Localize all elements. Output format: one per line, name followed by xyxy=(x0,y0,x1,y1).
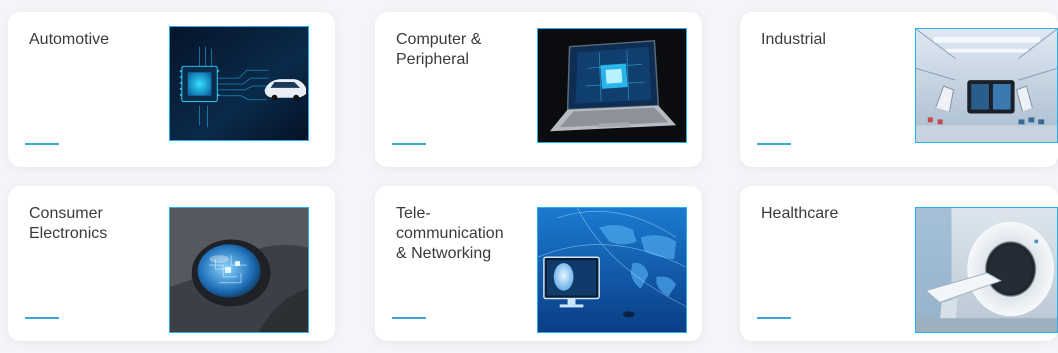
industry-card-telecommunication-networking[interactable]: Tele- communication & Networking xyxy=(375,186,702,341)
card-underline xyxy=(757,143,791,145)
card-underline xyxy=(392,317,426,319)
card-title: Industrial xyxy=(761,31,826,48)
card-underline xyxy=(25,143,59,145)
card-title: Consumer Electronics xyxy=(29,205,108,242)
industry-card-consumer-electronics[interactable]: Consumer Electronics xyxy=(8,186,335,341)
card-title: Automotive xyxy=(29,31,110,48)
laptop-chip-image xyxy=(537,28,687,143)
factory-robot-image xyxy=(915,28,1058,143)
industry-card-automotive[interactable]: Automotive xyxy=(8,12,335,167)
card-underline xyxy=(757,317,791,319)
card-title: Healthcare xyxy=(761,205,839,222)
industry-grid: Automotive Computer & Peripheral Industr… xyxy=(0,0,1058,353)
earbud-circuit-image xyxy=(169,207,309,333)
card-underline xyxy=(392,143,426,145)
world-map-monitor-image xyxy=(537,207,687,333)
card-underline xyxy=(25,317,59,319)
card-title: Computer & Peripheral xyxy=(396,31,482,68)
card-title: Tele- communication & Networking xyxy=(396,205,504,262)
industry-card-healthcare[interactable]: Healthcare xyxy=(740,186,1058,341)
industry-card-industrial[interactable]: Industrial xyxy=(740,12,1058,167)
car-chip-image xyxy=(169,26,309,141)
mri-scanner-image xyxy=(915,207,1058,333)
industry-card-computer-peripheral[interactable]: Computer & Peripheral xyxy=(375,12,702,167)
